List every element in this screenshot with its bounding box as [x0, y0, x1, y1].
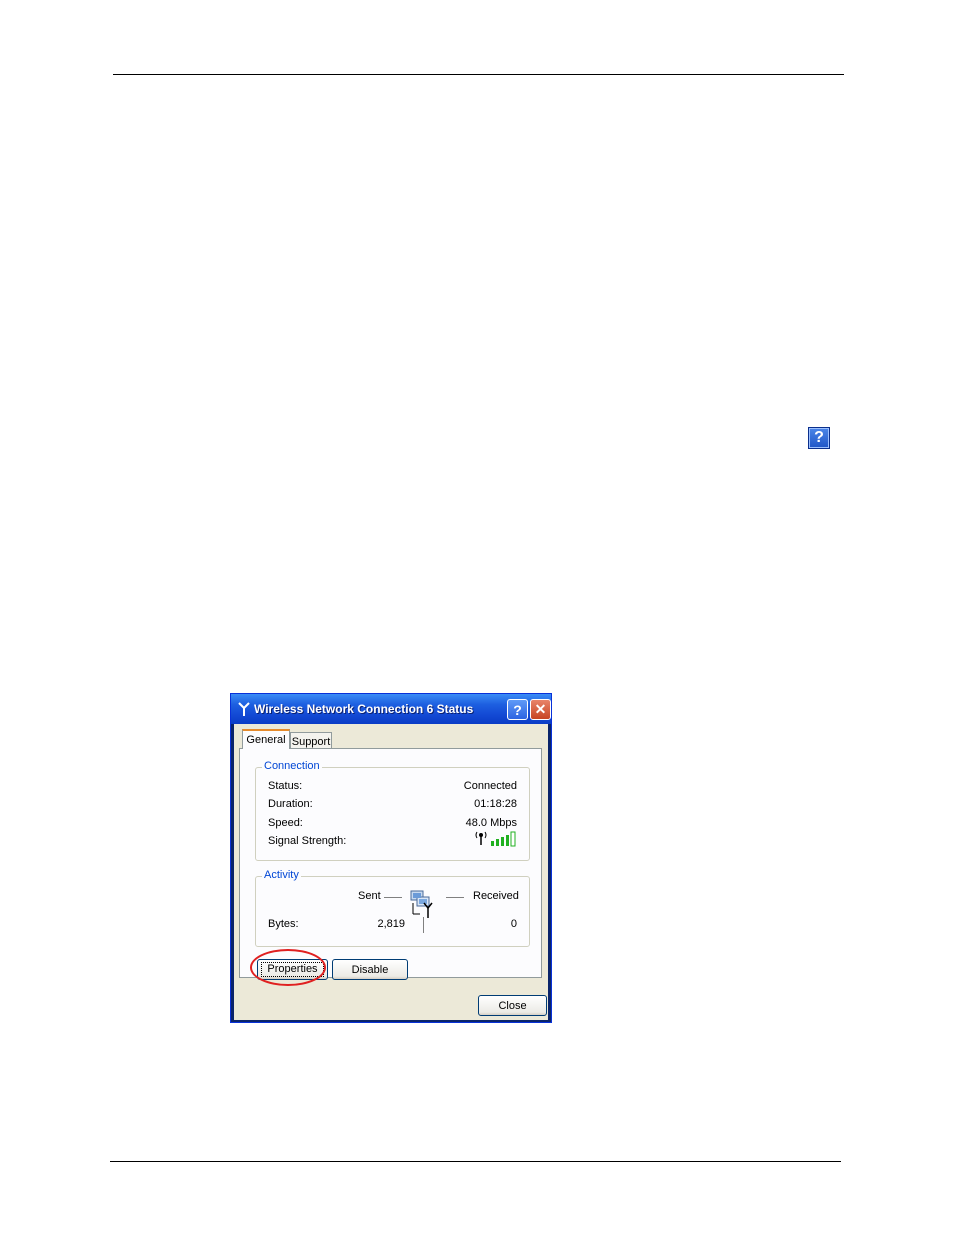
help-button[interactable]: ?: [507, 699, 528, 720]
connection-group: Connection Status: Connected Duration: 0…: [255, 760, 530, 861]
close-icon[interactable]: ✕: [530, 699, 551, 720]
received-line: [446, 897, 464, 898]
help-badge-icon: ?: [808, 427, 830, 449]
sent-line: [384, 897, 402, 898]
activity-group-label: Activity: [262, 869, 301, 881]
status-label: Status:: [268, 780, 303, 792]
tab-general[interactable]: General: [242, 729, 290, 749]
activity-divider: [423, 917, 424, 933]
speed-value: 48.0 Mbps: [465, 817, 517, 829]
connection-group-label: Connection: [262, 760, 322, 772]
page-footer-rule: [110, 1161, 841, 1162]
speed-label: Speed:: [268, 817, 303, 829]
status-dialog: Wireless Network Connection 6 Status ? ✕…: [230, 693, 552, 1023]
received-label: Received: [473, 890, 519, 902]
sent-label: Sent: [358, 890, 381, 902]
title-bar[interactable]: Wireless Network Connection 6 Status ? ✕: [231, 694, 551, 724]
bytes-label: Bytes:: [268, 918, 299, 930]
page-header-rule: [113, 74, 844, 75]
disable-button[interactable]: Disable: [332, 959, 408, 980]
activity-group: Activity Sent Received Bytes: 2,819 0: [255, 869, 530, 947]
duration-value: 01:18:28: [474, 798, 517, 810]
bytes-received-value: 0: [510, 918, 517, 930]
close-button[interactable]: Close: [478, 995, 547, 1016]
signal-strength-icon: [475, 831, 516, 847]
bytes-sent-value: 2,819: [377, 918, 405, 930]
status-value: Connected: [463, 780, 517, 792]
window-title: Wireless Network Connection 6 Status: [254, 702, 474, 716]
wireless-antenna-icon: [238, 702, 250, 716]
dialog-client-area: General Support Connection Status: Conne…: [234, 724, 548, 1020]
general-tab-panel: Connection Status: Connected Duration: 0…: [239, 748, 542, 978]
duration-label: Duration:: [268, 798, 313, 810]
network-computers-icon: [410, 890, 433, 918]
properties-highlight-circle: [250, 949, 326, 986]
signal-strength-label: Signal Strength:: [268, 835, 347, 847]
